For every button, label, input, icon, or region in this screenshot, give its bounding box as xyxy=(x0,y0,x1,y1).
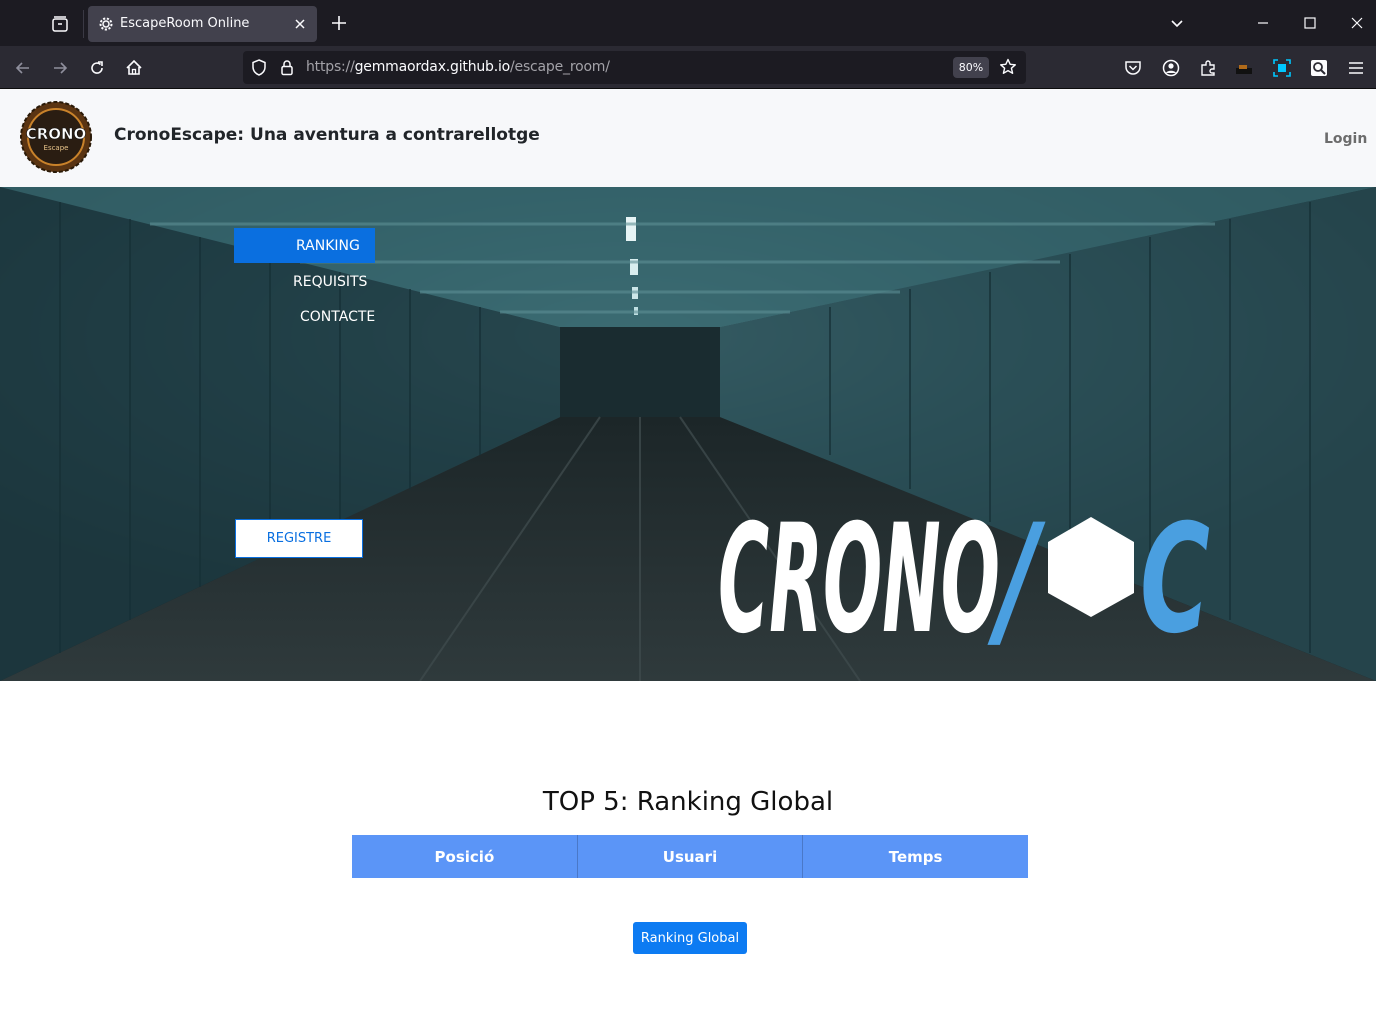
site-header: CRONO Escape CronoEscape: Una aventura a… xyxy=(0,89,1376,187)
column-header-posicio: Posició xyxy=(434,847,495,866)
tab-list-icon[interactable] xyxy=(44,8,76,40)
forward-icon[interactable] xyxy=(46,54,74,82)
login-link[interactable]: Login xyxy=(1324,131,1367,147)
crono-ioc-logo: CRONO / C xyxy=(718,505,1210,645)
site-title: CronoEscape: Una aventura a contrarellot… xyxy=(114,125,540,145)
column-header-temps: Temps xyxy=(802,835,1028,878)
maximize-icon[interactable] xyxy=(1297,10,1323,36)
pocket-icon[interactable] xyxy=(1119,54,1147,82)
brand-hexagon xyxy=(1048,517,1134,617)
ranking-table: Posició Usuari Temps xyxy=(352,835,1028,878)
address-bar[interactable]: https://gemmaordax.github.io/escape_room… xyxy=(243,51,1026,84)
browser-nav-bar: https://gemmaordax.github.io/escape_room… xyxy=(0,46,1376,89)
zoom-badge[interactable]: 80% xyxy=(953,57,989,78)
column-header-usuari: Usuari xyxy=(576,835,803,878)
window-close-icon[interactable] xyxy=(1344,10,1370,36)
chevron-down-icon[interactable] xyxy=(1164,10,1190,36)
plus-icon[interactable] xyxy=(326,10,352,36)
extensions-icon[interactable] xyxy=(1194,54,1222,82)
menu-item-ranking[interactable]: RANKING xyxy=(296,238,360,254)
ranking-table-header-row: Posició Usuari Temps xyxy=(352,835,1028,878)
extension-thumbnail-icon[interactable] xyxy=(1231,54,1259,82)
brand-c-text: C xyxy=(1140,505,1210,645)
ranking-title: TOP 5: Ranking Global xyxy=(542,787,834,817)
minimize-icon[interactable] xyxy=(1250,10,1276,36)
browser-tab-bar: EscapeRoom Online xyxy=(0,0,1376,46)
extension-magnifier-icon[interactable] xyxy=(1305,54,1333,82)
menu-item-contacte[interactable]: CONTACTE xyxy=(300,309,375,325)
reload-icon[interactable] xyxy=(83,54,111,82)
tab-separator xyxy=(83,10,84,38)
tab-title: EscapeRoom Online xyxy=(120,16,250,31)
logo-text: CRONO xyxy=(26,125,87,143)
account-icon[interactable] xyxy=(1157,54,1185,82)
star-icon[interactable] xyxy=(999,58,1017,81)
menu-item-requisits[interactable]: REQUISITS xyxy=(293,274,367,290)
back-icon[interactable] xyxy=(9,54,37,82)
register-button[interactable]: REGISTRE xyxy=(235,519,363,558)
ranking-global-button[interactable]: Ranking Global xyxy=(633,922,747,954)
brand-crono-text: CRONO xyxy=(718,505,1000,645)
shield-icon[interactable] xyxy=(251,59,267,81)
screenshot-icon[interactable] xyxy=(1268,54,1296,82)
hero-banner: RANKING REQUISITS CONTACTE REGISTRE CRON… xyxy=(0,187,1376,681)
home-icon[interactable] xyxy=(120,54,148,82)
site-logo[interactable]: CRONO Escape xyxy=(20,101,92,173)
close-icon[interactable] xyxy=(291,15,309,33)
logo-subtext: Escape xyxy=(44,144,69,152)
gear-icon xyxy=(98,16,114,32)
tab-active[interactable]: EscapeRoom Online xyxy=(88,6,317,42)
lock-icon[interactable] xyxy=(279,59,295,81)
url-text[interactable]: https://gemmaordax.github.io/escape_room… xyxy=(306,59,610,75)
menu-icon[interactable] xyxy=(1342,54,1370,82)
